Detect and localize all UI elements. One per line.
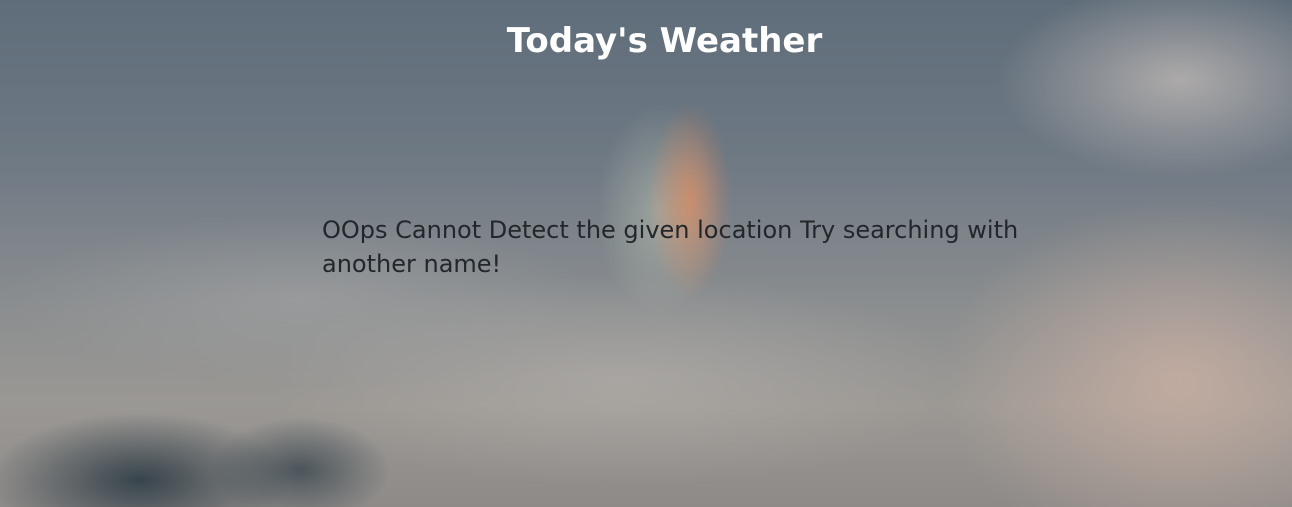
error-message: OOps Cannot Detect the given location Tr… (322, 216, 1019, 278)
page-title: Today's Weather (506, 21, 823, 61)
